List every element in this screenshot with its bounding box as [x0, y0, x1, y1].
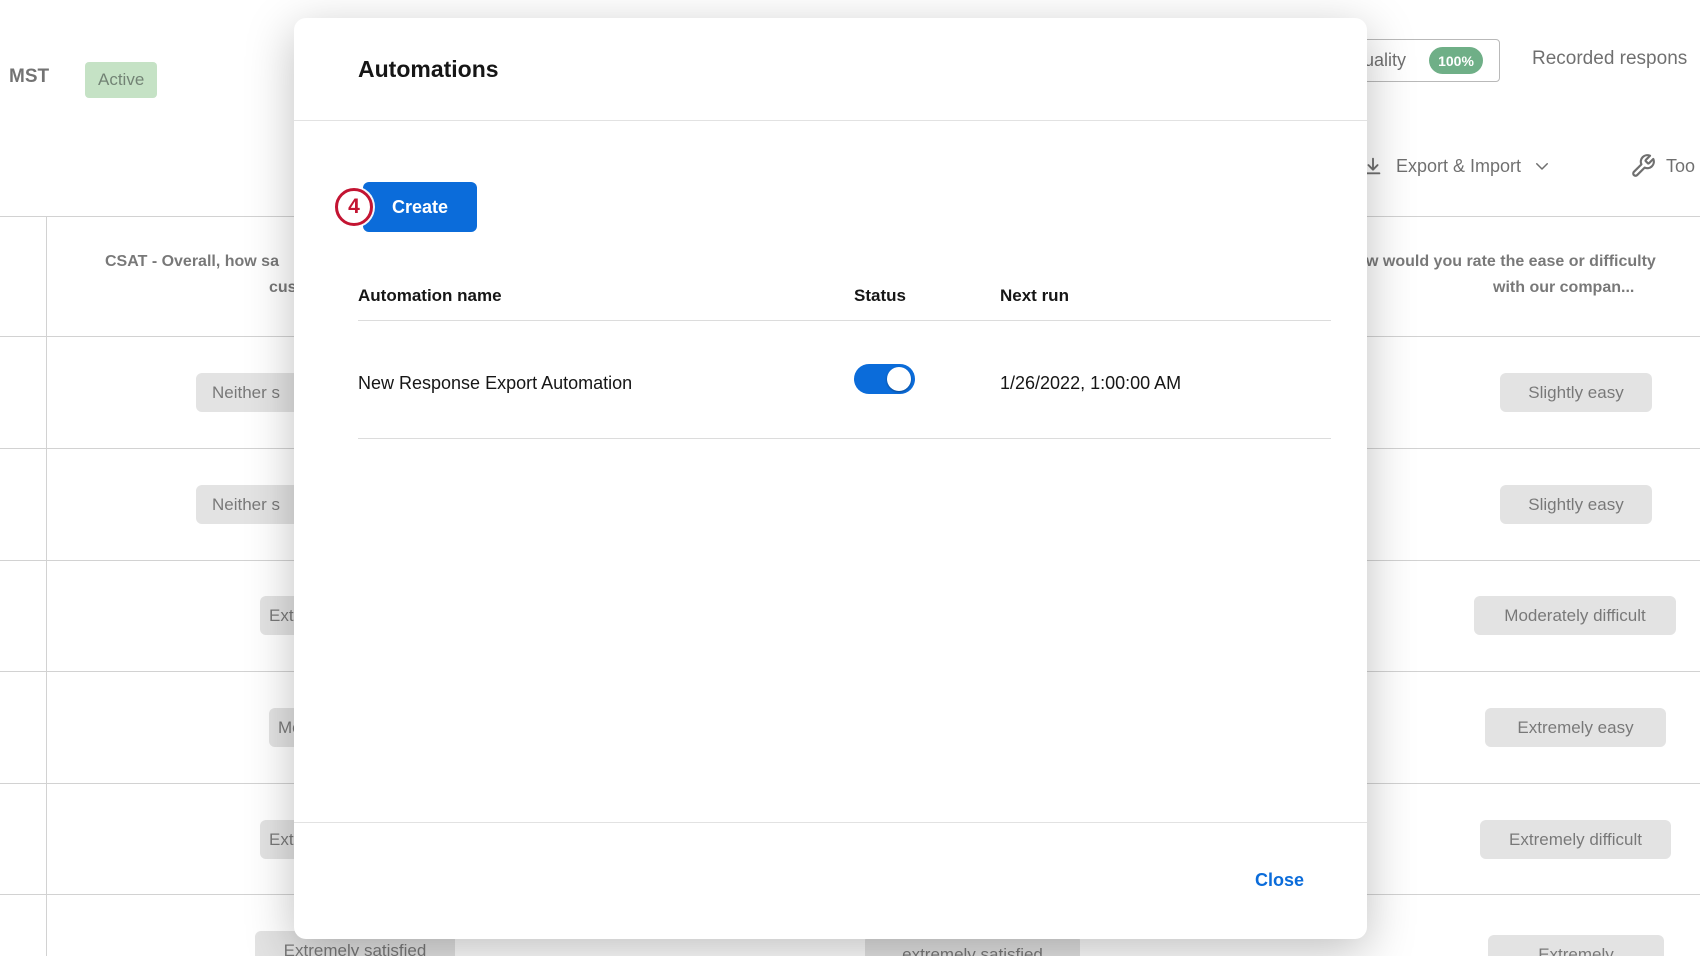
step-4-annotation: 4: [335, 188, 373, 226]
automation-name-cell: New Response Export Automation: [358, 373, 632, 394]
column-header-status: Status: [854, 286, 906, 306]
screen: MST Active uality 100% Recorded respons …: [0, 0, 1700, 956]
toggle-knob: [887, 367, 911, 391]
next-run-cell: 1/26/2022, 1:00:00 AM: [1000, 373, 1181, 394]
create-button[interactable]: Create: [363, 182, 477, 232]
modal-header-divider: [294, 120, 1367, 121]
modal-footer-divider: [294, 822, 1367, 823]
column-header-next-run: Next run: [1000, 286, 1069, 306]
table-row-divider: [358, 438, 1331, 439]
status-toggle[interactable]: [854, 364, 915, 394]
modal-title: Automations: [358, 56, 499, 83]
automations-modal: Automations Create 4 Automation name Sta…: [294, 18, 1367, 939]
column-header-automation-name: Automation name: [358, 286, 502, 306]
close-button[interactable]: Close: [1255, 870, 1304, 891]
table-header-divider: [358, 320, 1331, 321]
